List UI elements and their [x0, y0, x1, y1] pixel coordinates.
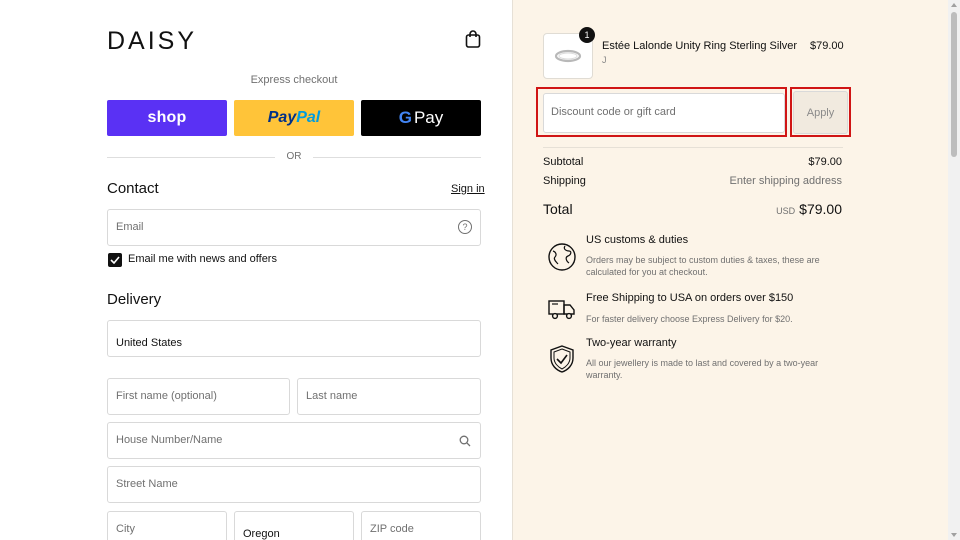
delivery-truck-icon	[548, 300, 575, 320]
paypal-button[interactable]: Pay Pal	[234, 100, 354, 136]
globe-icon	[548, 243, 576, 271]
or-divider: OR	[107, 150, 481, 164]
benefit-title-customs: US customs & duties	[586, 234, 689, 246]
email-field[interactable]: Email ?	[107, 209, 481, 246]
google-g-logo: G	[398, 108, 412, 127]
benefit-desc-shipping: For faster delivery choose Express Deliv…	[586, 314, 793, 324]
total-value: $79.00	[799, 201, 842, 217]
total-label: Total	[543, 201, 573, 217]
shield-check-icon	[550, 345, 574, 373]
shipping-label: Shipping	[543, 175, 586, 187]
first-name-placeholder: First name (optional)	[116, 390, 217, 402]
sign-in-link[interactable]: Sign in	[451, 183, 485, 195]
checkmark-icon	[110, 256, 120, 264]
city-placeholder: City	[116, 523, 135, 535]
shop-pay-button[interactable]: shop	[107, 100, 227, 136]
shop-pay-label: shop	[147, 109, 187, 126]
product-price: $79.00	[810, 40, 844, 52]
paypal-label-pal: Pal	[296, 109, 321, 126]
state-select[interactable]: Oregon	[234, 511, 354, 540]
summary-divider	[543, 147, 843, 148]
express-checkout-label: Express checkout	[250, 74, 338, 86]
total-amount: USD $79.00	[776, 201, 842, 217]
product-variant: J	[602, 55, 607, 65]
street-placeholder: Street Name	[116, 478, 178, 490]
store-logo[interactable]: DAISY	[107, 27, 197, 56]
benefit-title-shipping: Free Shipping to USA on orders over $150	[586, 292, 794, 304]
house-placeholder: House Number/Name	[116, 434, 223, 446]
house-number-field[interactable]: House Number/Name	[107, 422, 481, 459]
street-name-field[interactable]: Street Name	[107, 466, 481, 503]
google-pay-label: Pay	[413, 108, 444, 127]
scroll-up-arrow-icon[interactable]	[951, 3, 957, 7]
subtotal-label: Subtotal	[543, 156, 584, 168]
page-scrollbar[interactable]	[948, 0, 960, 540]
last-name-field[interactable]: Last name	[297, 378, 481, 415]
subtotal-value: $79.00	[808, 156, 842, 168]
shopping-bag-icon[interactable]	[463, 29, 483, 49]
benefit-desc-warranty: All our jewellery is made to last and co…	[586, 358, 819, 380]
country-value: United States	[116, 337, 183, 349]
benefit-title-warranty: Two-year warranty	[586, 337, 677, 349]
scroll-thumb[interactable]	[951, 12, 957, 157]
zip-code-field[interactable]: ZIP code	[361, 511, 481, 540]
contact-heading: Contact	[107, 180, 159, 197]
shipping-value: Enter shipping address	[729, 175, 842, 187]
google-pay-button[interactable]: G Pay	[361, 100, 481, 136]
first-name-field[interactable]: First name (optional)	[107, 378, 290, 415]
scroll-down-arrow-icon[interactable]	[951, 533, 957, 537]
apply-button[interactable]: Apply	[793, 91, 848, 134]
email-placeholder: Email	[116, 221, 144, 233]
total-currency: USD	[776, 206, 796, 216]
help-icon[interactable]: ?	[458, 220, 472, 234]
benefit-desc-customs: Orders may be subject to custom duties &…	[586, 255, 820, 277]
discount-placeholder: Discount code or gift card	[551, 106, 676, 118]
newsletter-checkbox[interactable]	[108, 253, 122, 267]
discount-code-input[interactable]: Discount code or gift card	[543, 93, 785, 133]
last-name-placeholder: Last name	[306, 390, 358, 402]
newsletter-label[interactable]: Email me with news and offers	[128, 253, 277, 265]
search-icon	[459, 435, 471, 447]
country-select[interactable]: United States	[107, 320, 481, 357]
city-field[interactable]: City	[107, 511, 227, 540]
zip-placeholder: ZIP code	[370, 523, 414, 535]
delivery-heading: Delivery	[107, 291, 162, 308]
product-name: Estée Lalonde Unity Ring Sterling Silver	[602, 40, 798, 52]
quantity-badge: 1	[579, 27, 595, 43]
order-summary-panel: 1 Estée Lalonde Unity Ring Sterling Silv…	[512, 0, 948, 540]
divider-line-right	[313, 157, 481, 158]
state-value: Oregon	[243, 528, 280, 540]
checkout-form-column: DAISY Express checkout shop Pay Pal G Pay…	[0, 0, 512, 540]
paypal-label-pay: Pay	[267, 109, 297, 126]
